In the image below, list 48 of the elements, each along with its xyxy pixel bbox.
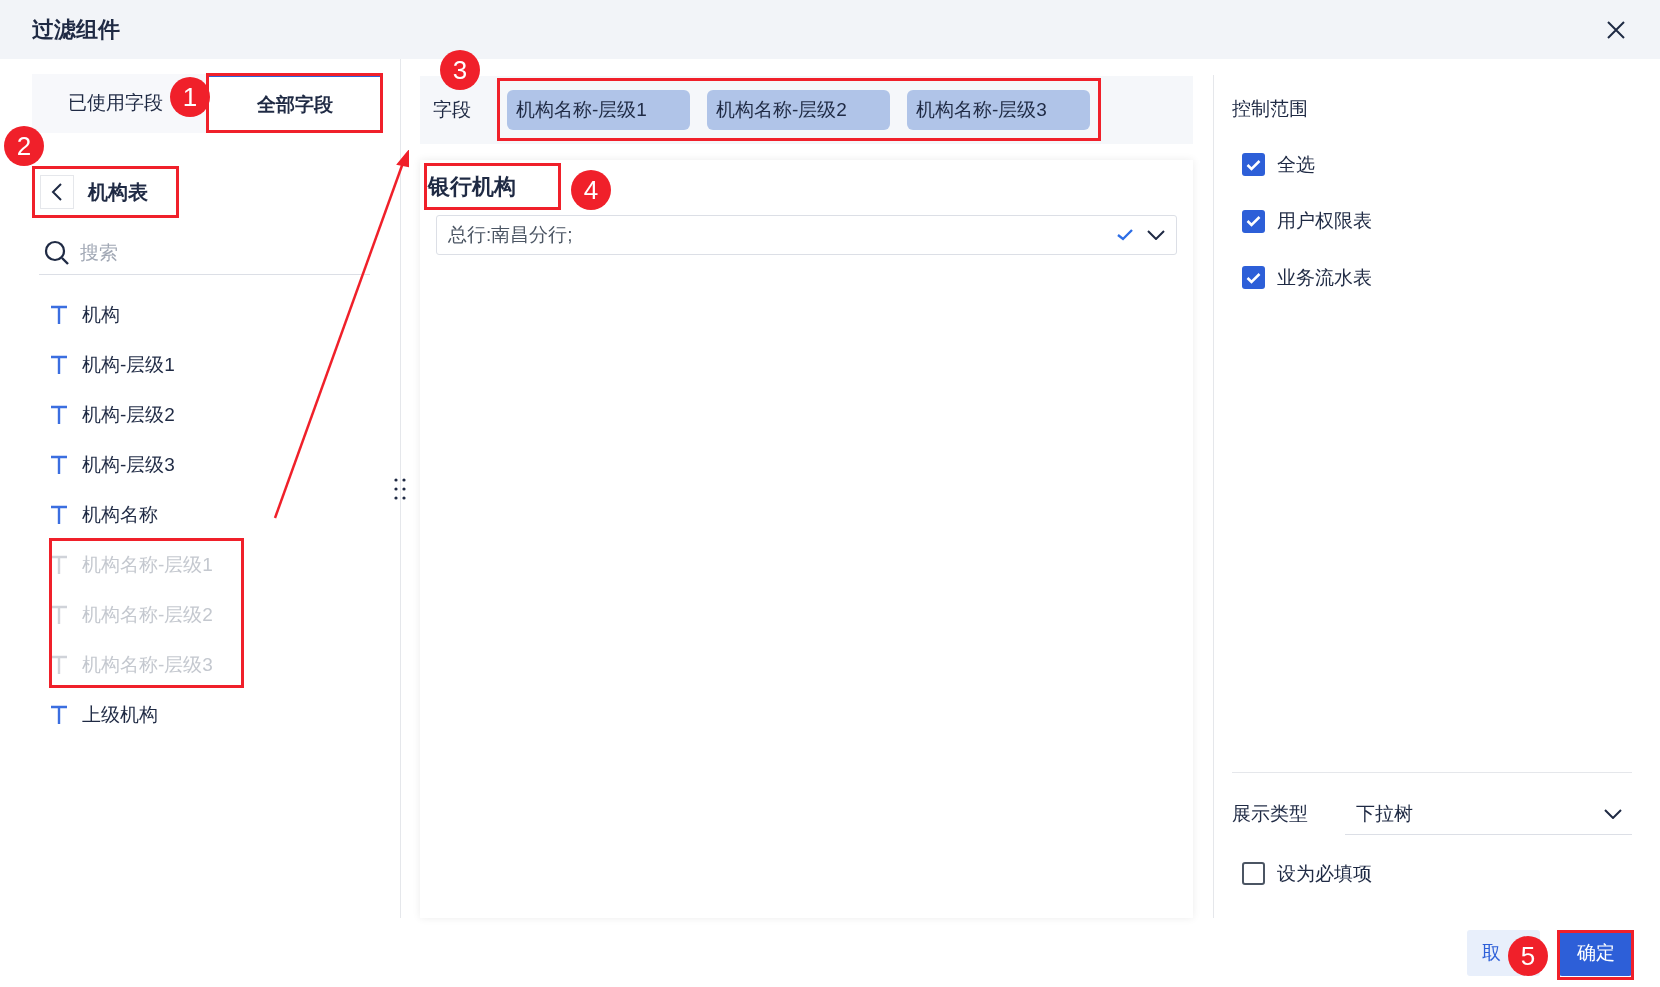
text-type-icon	[50, 555, 68, 575]
chevron-left-icon	[51, 183, 63, 201]
checkbox[interactable]	[1242, 153, 1265, 177]
text-type-icon	[50, 355, 68, 375]
checkbox[interactable]	[1242, 266, 1265, 290]
drag-handle-icon[interactable]	[394, 477, 406, 500]
filter-select[interactable]: 总行:南昌分行;	[436, 215, 1177, 255]
field-item[interactable]: 机构-层级2	[50, 390, 400, 440]
checkbox-label: 业务流水表	[1277, 265, 1372, 290]
field-chip[interactable]: 机构名称-层级3	[907, 90, 1090, 130]
text-type-icon	[50, 405, 68, 425]
check-icon	[1117, 229, 1133, 241]
field-bar-label: 字段	[432, 97, 472, 122]
checkbox[interactable]	[1242, 209, 1265, 233]
chevron-down-icon	[1147, 230, 1165, 240]
text-type-icon	[50, 455, 68, 475]
field-chip[interactable]: 机构名称-层级2	[707, 90, 890, 130]
back-button[interactable]	[40, 175, 74, 209]
checkmark-icon	[1246, 158, 1261, 171]
checkbox-label: 设为必填项	[1277, 861, 1372, 886]
search-field[interactable]: 搜索	[80, 238, 280, 268]
dialog-title: 过滤组件	[32, 16, 120, 44]
text-type-icon	[50, 305, 68, 325]
checkbox-label: 全选	[1277, 152, 1315, 177]
text-type-icon	[50, 655, 68, 675]
checkmark-icon	[1246, 271, 1261, 284]
display-type-select[interactable]: 下拉树	[1345, 794, 1632, 835]
checkbox-label: 用户权限表	[1277, 209, 1372, 233]
table-name: 机构表	[88, 180, 148, 205]
search-icon	[44, 240, 70, 266]
field-item[interactable]: 机构	[50, 290, 400, 340]
field-label: 展示类型	[1232, 802, 1309, 827]
field-item[interactable]: 上级机构	[50, 690, 400, 740]
field-item[interactable]: 机构名称	[50, 490, 400, 540]
checkbox[interactable]	[1242, 862, 1265, 886]
step-badge: 2	[4, 126, 44, 166]
field-item[interactable]: 机构-层级3	[50, 440, 400, 490]
filter-title: 银行机构	[428, 173, 516, 201]
section-title: 控制范围	[1232, 97, 1309, 121]
tab[interactable]: 已使用字段	[68, 89, 164, 118]
field-chip[interactable]: 机构名称-层级1	[507, 90, 690, 130]
text-type-icon	[50, 705, 68, 725]
text-type-icon	[50, 505, 68, 525]
checkmark-icon	[1246, 215, 1261, 228]
chevron-down-icon	[1604, 809, 1622, 819]
field-item[interactable]: 机构-层级1	[50, 340, 400, 390]
text-type-icon	[50, 605, 68, 625]
close-icon[interactable]	[1606, 19, 1626, 40]
